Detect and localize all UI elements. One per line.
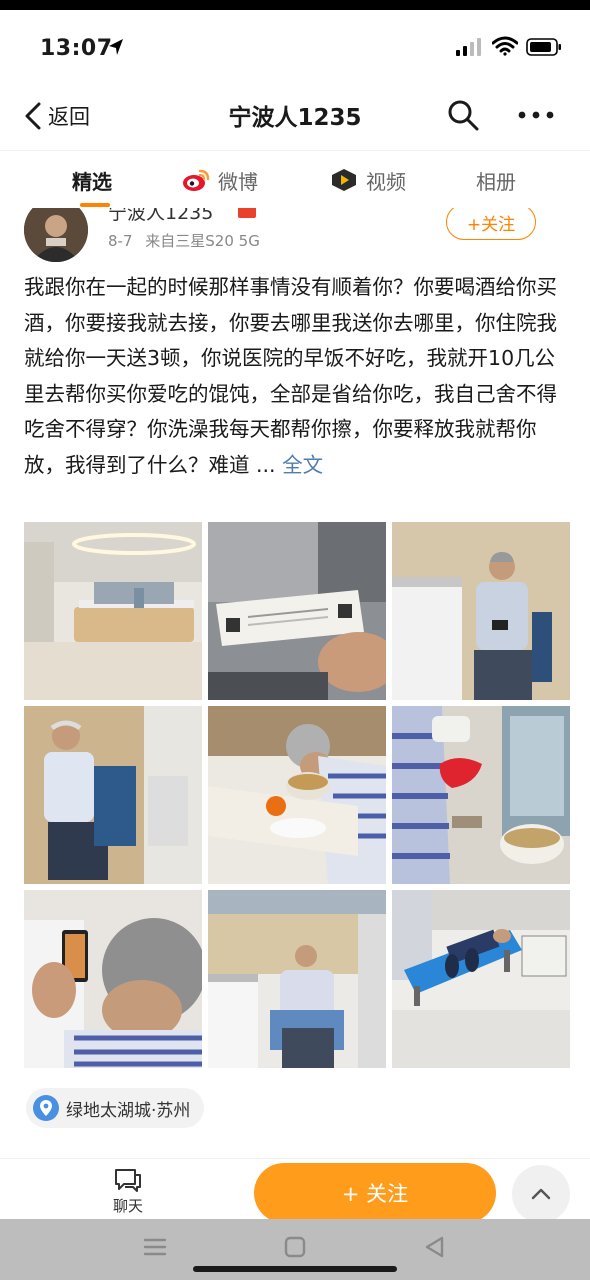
home-square-icon[interactable]: [280, 1233, 310, 1261]
tab-label: 精选: [72, 169, 112, 194]
phone-viewing-image: [24, 890, 202, 1068]
more-icon[interactable]: [516, 102, 556, 128]
tab-weibo[interactable]: 微博: [182, 163, 258, 197]
scroll-to-top-button[interactable]: [512, 1165, 570, 1223]
photo-man-eating-noodles[interactable]: [208, 706, 386, 884]
avatar[interactable]: [24, 208, 88, 262]
search-icon[interactable]: [446, 98, 480, 132]
battery-icon: [526, 38, 561, 56]
video-play-icon: [332, 169, 356, 191]
post-text: 我跟你在一起的时候那样事情没有顺着你？你要喝酒给你买酒，你要接我就去接，你要去哪…: [24, 275, 557, 477]
photo-man-in-ward[interactable]: [208, 890, 386, 1068]
chevron-up-icon: [531, 1188, 551, 1200]
post-meta: 8-7 来自三星S20 5G: [108, 230, 260, 251]
tab-label: 微博: [218, 169, 258, 194]
bottom-action-bar: 聊天 + 关注: [0, 1159, 590, 1223]
chat-label: 聊天: [112, 1197, 143, 1215]
profile-tabs: 精选 微博 视频 相册: [0, 150, 590, 208]
post-header: 宁波人1235 8-7 来自三星S20 5G +关注: [0, 208, 590, 266]
post-source: 来自三星S20 5G: [145, 232, 260, 250]
avatar-image: [24, 208, 88, 262]
man-phone-image: [392, 522, 570, 700]
back-triangle-icon[interactable]: [420, 1233, 450, 1261]
author-name[interactable]: 宁波人1235: [108, 208, 213, 225]
page-title: 宁波人1235: [228, 105, 362, 131]
chat-button[interactable]: 聊天: [100, 1167, 156, 1219]
system-navigation-bar: [0, 1219, 590, 1280]
active-tab-indicator: [80, 203, 110, 207]
wifi-icon: [492, 36, 518, 56]
tab-video[interactable]: 视频: [330, 163, 406, 197]
status-bar: 13:07: [0, 10, 590, 82]
menu-icon[interactable]: [140, 1233, 170, 1261]
location-arrow-icon: [109, 39, 123, 55]
photo-noodle-soup[interactable]: [392, 706, 570, 884]
hospital-lobby-image: [24, 522, 202, 700]
ward-chair-image: [208, 890, 386, 1068]
photo-man-lying-on-bed[interactable]: [392, 890, 570, 1068]
man-eating-image: [24, 706, 202, 884]
chat-bubble-icon: [115, 1169, 141, 1192]
photo-viewing-phone[interactable]: [24, 890, 202, 1068]
flag-badge-icon: [238, 208, 256, 218]
post-body: 我跟你在一起的时候那样事情没有顺着你？你要喝酒给你买酒，你要接我就去接，你要去哪…: [24, 270, 570, 483]
cellular-signal-icon: [456, 38, 481, 56]
photo-grid: [24, 522, 570, 1068]
tab-featured[interactable]: 精选: [72, 163, 112, 197]
screen-frame-top: [0, 0, 590, 10]
follow-button[interactable]: +关注: [446, 208, 536, 240]
location-pin-icon: [33, 1095, 59, 1121]
location-tag[interactable]: 绿地太湖城·苏州: [26, 1088, 205, 1128]
weibo-logo-icon: [183, 169, 210, 191]
post-date: 8-7: [108, 232, 133, 250]
tab-album[interactable]: 相册: [476, 163, 516, 197]
photo-hospital-wristband[interactable]: [208, 522, 386, 700]
tab-label: 视频: [366, 169, 406, 194]
wristband-image: [208, 522, 386, 700]
photo-hospital-lobby[interactable]: [24, 522, 202, 700]
man-noodles-image: [208, 706, 386, 884]
home-indicator[interactable]: [193, 1266, 397, 1272]
photo-man-using-phone[interactable]: [392, 522, 570, 700]
noodle-soup-image: [392, 706, 570, 884]
photo-man-eating-in-chair[interactable]: [24, 706, 202, 884]
status-time: 13:07: [40, 36, 113, 61]
location-label: 绿地太湖城·苏州: [66, 1100, 191, 1121]
read-more-link[interactable]: 全文: [282, 453, 323, 477]
navigation-bar: 返回 宁波人1235: [0, 82, 590, 150]
follow-main-button[interactable]: + 关注: [254, 1163, 496, 1223]
man-lying-image: [392, 890, 570, 1068]
tab-label: 相册: [476, 169, 516, 194]
